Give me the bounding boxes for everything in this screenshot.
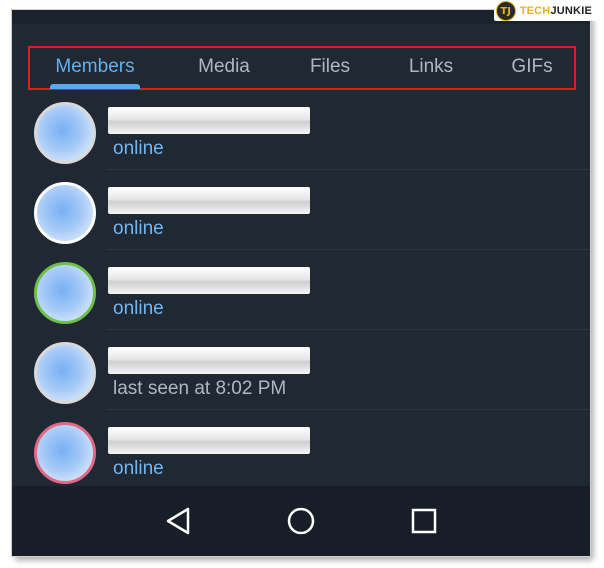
member-status: online: [113, 138, 164, 159]
back-icon[interactable]: [160, 503, 196, 539]
member-status: last seen at 8:02 PM: [113, 378, 287, 399]
member-name-redacted: [108, 107, 310, 134]
member-name-redacted: [108, 187, 310, 214]
techjunkie-watermark: TJ TECHJUNKIE: [493, 1, 598, 21]
member-row[interactable]: online: [12, 410, 590, 490]
watermark-text: TECHJUNKIE: [519, 5, 592, 17]
home-icon[interactable]: [283, 503, 319, 539]
member-row[interactable]: online: [12, 250, 590, 330]
member-avatar[interactable]: [34, 422, 96, 484]
member-row[interactable]: last seen at 8:02 PM: [12, 330, 590, 410]
member-status: online: [113, 458, 164, 479]
techjunkie-logo-icon: TJ: [495, 1, 516, 21]
member-row[interactable]: online: [12, 170, 590, 250]
member-row[interactable]: online: [12, 90, 590, 170]
members-list: online online online last seen at 8:02 P…: [12, 90, 590, 490]
app-frame: Members Media Files Links GIFs online on…: [12, 10, 590, 556]
member-name-redacted: [108, 267, 310, 294]
member-avatar[interactable]: [34, 262, 96, 324]
tab-bar: Members Media Files Links GIFs: [12, 24, 590, 90]
member-name-redacted: [108, 427, 310, 454]
member-status: online: [113, 298, 164, 319]
android-nav-bar: [12, 486, 590, 556]
member-name-redacted: [108, 347, 310, 374]
member-avatar[interactable]: [34, 182, 96, 244]
active-tab-indicator: [50, 84, 140, 89]
member-status: online: [113, 218, 164, 239]
member-avatar[interactable]: [34, 102, 96, 164]
recents-icon[interactable]: [406, 503, 442, 539]
member-avatar[interactable]: [34, 342, 96, 404]
